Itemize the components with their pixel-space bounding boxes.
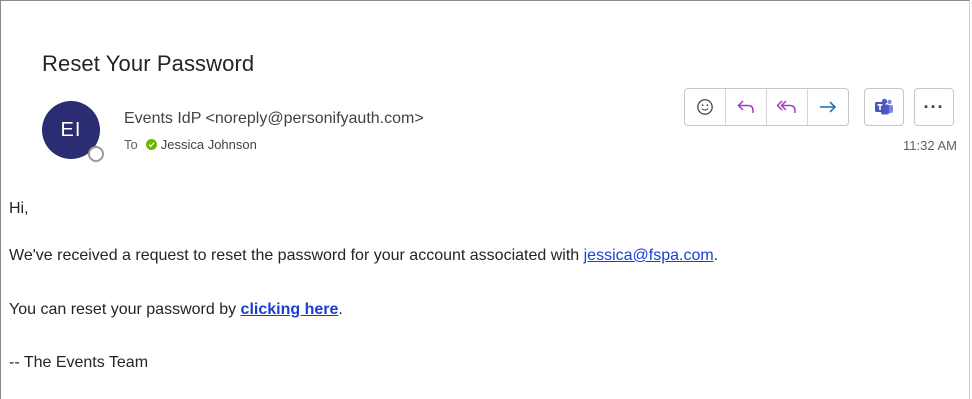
- sender-name[interactable]: Events IdP <noreply@personifyauth.com>: [124, 110, 424, 128]
- reply-button[interactable]: [726, 89, 767, 125]
- body-text-2: You can reset your password by: [9, 301, 241, 318]
- email-subject: Reset Your Password: [42, 51, 255, 76]
- reply-all-icon: [776, 100, 796, 113]
- avatar-initials: EI: [60, 118, 82, 141]
- body-paragraph-1: We've received a request to reset the pa…: [9, 247, 718, 265]
- email-reading-pane: Reset Your Password EI Events IdP <norep…: [0, 0, 970, 399]
- teams-icon: [875, 98, 893, 115]
- emoji-icon: [697, 99, 713, 115]
- greeting-text: Hi,: [9, 200, 29, 217]
- available-check-icon: [145, 139, 157, 150]
- teams-button[interactable]: [864, 88, 904, 126]
- reset-password-link[interactable]: clicking here: [241, 301, 339, 318]
- to-label: To: [124, 137, 138, 152]
- body-paragraph-2: You can reset your password by clicking …: [9, 301, 343, 319]
- signature-text: -- The Events Team: [9, 354, 149, 371]
- forward-button[interactable]: [808, 89, 848, 125]
- reply-all-button[interactable]: [767, 89, 808, 125]
- body-text-1-end: .: [713, 247, 719, 264]
- received-time: 11:32 AM: [903, 138, 957, 153]
- body-text-2-end: .: [338, 301, 343, 318]
- email-link[interactable]: jessica@fspa.com: [584, 247, 714, 264]
- recipient-name[interactable]: Jessica Johnson: [161, 137, 257, 152]
- emoji-button[interactable]: [685, 89, 726, 125]
- body-text-1: We've received a request to reset the pa…: [9, 247, 584, 264]
- reply-icon: [737, 100, 754, 113]
- recipients-line: To Jessica Johnson: [124, 137, 257, 152]
- presence-status-icon: [88, 146, 104, 162]
- message-action-bar: [684, 88, 849, 126]
- more-actions-button[interactable]: ···: [914, 88, 954, 126]
- forward-icon: [820, 101, 837, 113]
